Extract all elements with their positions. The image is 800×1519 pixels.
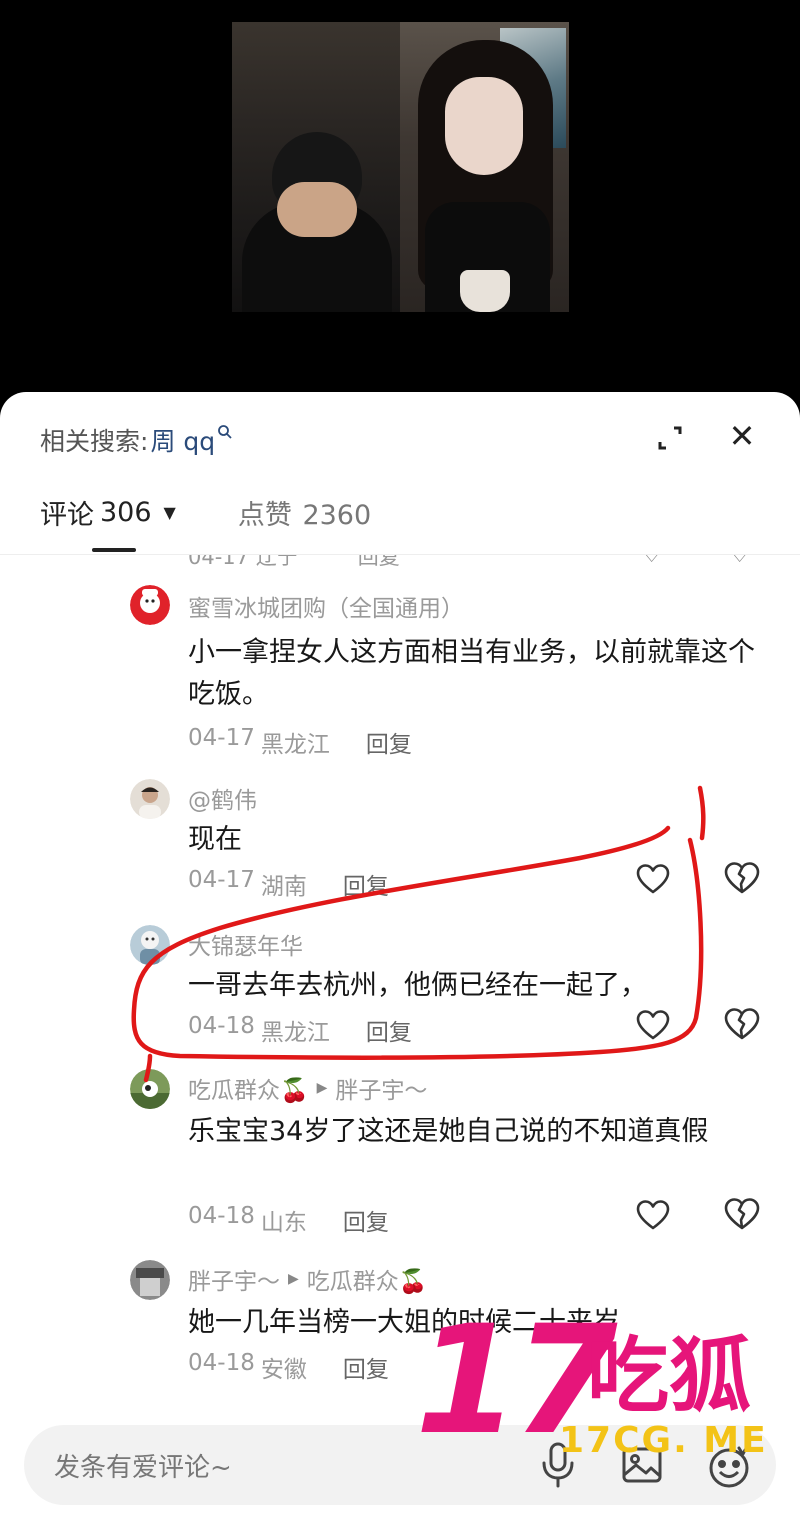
comment-username[interactable]: 大锦瑟年华: [188, 927, 303, 961]
comment-input-bar[interactable]: 发条有爱评论~: [24, 1425, 776, 1505]
heart-icon[interactable]: ♡: [640, 555, 663, 569]
comment-username[interactable]: 蜜雪冰城团购（全国通用）: [188, 589, 464, 623]
comment-username[interactable]: 胖子宇～ ▶ 吃瓜群众🍒: [188, 1262, 427, 1296]
avatar[interactable]: [130, 779, 170, 819]
reply-button[interactable]: 回复: [343, 1203, 389, 1237]
related-search[interactable]: 相关搜索: 周 qq: [40, 422, 233, 458]
comment-meta: 04-17 黑龙江 回复: [188, 725, 412, 759]
heart-icon[interactable]: [636, 1009, 670, 1041]
comment-text: 她一几年当榜一大姐的时候二十来岁: [188, 1307, 620, 1338]
comment-location: 黑龙江: [260, 1020, 330, 1046]
broken-heart-icon[interactable]: ♡: [728, 555, 751, 569]
man-hands: [277, 182, 357, 237]
avatar[interactable]: [130, 1260, 170, 1300]
avatar[interactable]: [130, 585, 170, 625]
comment-meta: 04-18 山东 回复: [188, 1203, 389, 1237]
comment-location: 湖南: [260, 874, 307, 900]
comment-text: 小一拿捏女人这方面相当有业务，以前就靠这个吃饭。: [188, 637, 755, 710]
tab-indicator: [92, 548, 136, 552]
avatar[interactable]: [130, 1069, 170, 1109]
comment-date: 04-17: [188, 867, 255, 893]
reply-to-username[interactable]: 胖子宇～: [335, 1071, 427, 1105]
tab-likes[interactable]: 点赞 2360: [238, 493, 371, 532]
woman-face: [445, 77, 523, 175]
broken-heart-icon[interactable]: [724, 861, 760, 895]
heart-icon[interactable]: [636, 1199, 670, 1231]
comment-text: 现在: [188, 824, 242, 855]
close-button[interactable]: ✕: [724, 418, 760, 454]
caret-down-icon[interactable]: ▼: [164, 503, 176, 522]
comment-input[interactable]: 发条有爱评论~: [54, 1447, 232, 1484]
emoji-icon[interactable]: [704, 1441, 754, 1491]
comment-date: 04-18: [188, 1013, 255, 1039]
comment-username-text[interactable]: 胖子宇～: [188, 1262, 280, 1296]
reply-button[interactable]: 回复: [366, 725, 412, 759]
comment-meta: 04-17 湖南 回复: [188, 867, 389, 901]
image-icon[interactable]: [620, 1443, 664, 1487]
broken-heart-icon[interactable]: [724, 1007, 760, 1041]
reply-arrow-icon: ▶: [316, 1080, 328, 1096]
comment-sheet: 相关搜索: 周 qq ✕ 评论 306 ▼ 点赞 2360 04-17 辽宁 回…: [0, 392, 800, 1519]
tab-comments[interactable]: 评论 306 ▼: [40, 493, 176, 532]
video-right-feed: [400, 22, 569, 312]
video-player[interactable]: [0, 0, 800, 420]
heart-icon[interactable]: [636, 863, 670, 895]
reply-button[interactable]: 回复: [343, 867, 389, 901]
cut-comment-reply[interactable]: 回复: [358, 555, 400, 569]
tab-comments-count: 306: [100, 496, 152, 528]
video-frame[interactable]: [232, 22, 569, 312]
reply-to-username[interactable]: 吃瓜群众🍒: [307, 1262, 428, 1296]
comment-list[interactable]: 04-17 辽宁 回复 ♡ ♡ 蜜雪冰城团购（全国通用） 小一拿捏女人这方面相当…: [0, 555, 800, 1420]
comment-meta: 04-18 安徽 回复: [188, 1350, 389, 1384]
comment-tabs: 评论 306 ▼ 点赞 2360: [40, 492, 371, 532]
comment-username[interactable]: 吃瓜群众🍒 ▶ 胖子宇～: [188, 1071, 427, 1105]
comment-username-text[interactable]: 吃瓜群众🍒: [188, 1071, 309, 1105]
cup: [460, 270, 510, 312]
broken-heart-icon[interactable]: [724, 1197, 760, 1231]
comment-location: 黑龙江: [260, 732, 330, 758]
expand-icon[interactable]: [654, 422, 686, 454]
comment-location: 山东: [260, 1210, 307, 1236]
comment-meta: 04-18 黑龙江 回复: [188, 1013, 412, 1047]
cut-comment-meta: 04-17 辽宁 回复: [188, 555, 400, 569]
small-search-icon: [217, 424, 233, 444]
comment-date: 04-18: [188, 1203, 255, 1229]
comment-date: 04-18: [188, 1350, 255, 1376]
video-left-feed: [232, 22, 400, 312]
search-icon[interactable]: [716, 0, 756, 10]
reply-button[interactable]: 回复: [343, 1350, 389, 1384]
cut-comment-date: 04-17 辽宁: [188, 555, 298, 569]
tab-likes-count: 2360: [302, 499, 372, 531]
tab-comments-label: 评论: [40, 499, 94, 531]
reply-arrow-icon: ▶: [288, 1271, 299, 1287]
reply-button[interactable]: 回复: [366, 1013, 412, 1047]
comment-date: 04-17: [188, 725, 255, 751]
tab-likes-label: 点赞: [237, 499, 292, 531]
related-search-label: 相关搜索:: [40, 427, 149, 456]
comment-text: 乐宝宝34岁了这还是她自己说的不知道真假: [188, 1116, 709, 1147]
comment-location: 安徽: [260, 1357, 307, 1383]
related-search-term[interactable]: 周 qq: [150, 422, 215, 458]
avatar[interactable]: [130, 925, 170, 965]
comment-username[interactable]: @鹤伟: [188, 781, 257, 815]
mic-icon[interactable]: [538, 1441, 578, 1489]
comment-text: 一哥去年去杭州，他俩已经在一起了，: [188, 970, 647, 1001]
